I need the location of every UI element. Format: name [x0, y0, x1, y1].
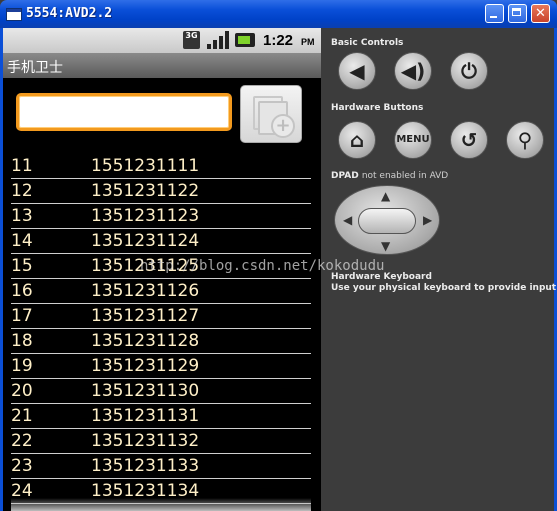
minimize-button[interactable] [485, 4, 504, 23]
phone-number-input[interactable] [16, 93, 232, 131]
list-item-id: 20 [11, 381, 33, 401]
list-item-id: 22 [11, 431, 33, 451]
back-icon: ↺ [460, 128, 478, 152]
dpad-right-icon[interactable]: ▶ [423, 213, 432, 227]
volume-up-button[interactable]: ◀) [394, 52, 432, 90]
list-item-phone: 1351231127 [91, 306, 200, 326]
list-item[interactable]: 18 1351231128 [11, 329, 311, 354]
list-item-phone: 1351231123 [91, 206, 200, 226]
list-item[interactable]: 22 1351231132 [11, 429, 311, 454]
signal-icon [207, 31, 229, 49]
list-item[interactable]: 20 1351231130 [11, 379, 311, 404]
list-item-phone: 1351231131 [91, 406, 200, 426]
search-button[interactable]: ⚲ [506, 121, 544, 159]
dpad[interactable]: ▲ ▼ ◀ ▶ [334, 185, 440, 255]
list-item[interactable]: 14 1351231124 [11, 229, 311, 254]
list-scroll-fade [11, 498, 311, 511]
list-item-id: 17 [11, 306, 33, 326]
list-item[interactable]: 19 1351231129 [11, 354, 311, 379]
keyboard-title: Hardware Keyboard [331, 272, 432, 282]
list-item-id: 11 [11, 156, 33, 176]
status-clock: 1:22 [263, 32, 294, 49]
list-item-phone: 1351231133 [91, 456, 200, 476]
dpad-down-icon[interactable]: ▼ [381, 239, 390, 253]
list-item-id: 14 [11, 231, 33, 251]
search-icon: ⚲ [517, 128, 533, 152]
list-item-id: 21 [11, 406, 33, 426]
window-app-icon [6, 8, 22, 21]
dpad-left-icon[interactable]: ◀ [343, 213, 352, 227]
list-item[interactable]: 11 1551231111 [11, 154, 311, 179]
status-bar: 3G 1:22 PM [3, 28, 321, 53]
hardware-buttons-label: Hardware Buttons [331, 103, 424, 113]
list-item-phone: 1351231124 [91, 231, 200, 251]
list-item-id: 18 [11, 331, 33, 351]
volume-up-icon: ◀) [400, 59, 426, 83]
hardware-keyboard-info: Hardware Keyboard Use your physical keyb… [331, 272, 556, 294]
maximize-icon [509, 5, 526, 22]
volume-down-icon: ◀ [349, 59, 365, 83]
dpad-note: not enabled in AVD [361, 171, 449, 181]
maximize-button[interactable] [508, 4, 527, 23]
list-item-id: 23 [11, 456, 33, 476]
blacklist-list[interactable]: 11 1551231111 12 1351231122 13 1351231123 14 13… [11, 154, 311, 504]
list-item-phone: 1551231111 [91, 156, 200, 176]
list-item[interactable]: 23 1351231133 [11, 454, 311, 479]
list-item[interactable]: 21 1351231131 [11, 404, 311, 429]
status-ampm: PM [301, 37, 315, 47]
minimize-icon [486, 5, 503, 22]
list-item-id: 19 [11, 356, 33, 376]
dpad-label: DPAD not enabled in AVD [331, 171, 448, 181]
list-item[interactable]: 13 1351231123 [11, 204, 311, 229]
keyboard-note: Use your physical keyboard to provide in… [331, 283, 557, 293]
power-icon: ⏻ [461, 59, 477, 83]
back-button[interactable]: ↺ [450, 121, 488, 159]
battery-icon [235, 33, 255, 47]
basic-controls-label: Basic Controls [331, 38, 404, 48]
home-icon: ⌂ [349, 128, 365, 152]
list-item-id: 15 [11, 256, 33, 276]
add-contact-button[interactable]: + [240, 85, 302, 143]
menu-button[interactable]: MENU [394, 121, 432, 159]
list-item[interactable]: 16 1351231126 [11, 279, 311, 304]
list-item-phone: 1351231129 [91, 356, 200, 376]
list-item-phone: 1351231128 [91, 331, 200, 351]
power-button[interactable]: ⏻ [450, 52, 488, 90]
window-titlebar[interactable]: 5554:AVD2.2 ✕ [0, 0, 557, 28]
list-item[interactable]: 12 1351231122 [11, 179, 311, 204]
list-item-phone: 1351231126 [91, 281, 200, 301]
dpad-center-button[interactable] [358, 208, 416, 234]
list-item-id: 12 [11, 181, 33, 201]
close-button[interactable]: ✕ [531, 4, 550, 23]
list-item-id: 16 [11, 281, 33, 301]
list-item-id: 13 [11, 206, 33, 226]
app-title: 手机卫士 [7, 60, 63, 76]
plus-icon: + [271, 114, 295, 138]
close-icon: ✕ [535, 6, 546, 21]
list-item-phone: 1351231130 [91, 381, 200, 401]
list-item-phone: 1351231122 [91, 181, 200, 201]
menu-label: MENU [396, 134, 430, 145]
dpad-title: DPAD [331, 171, 359, 181]
network-3g-icon: 3G [183, 31, 200, 49]
app-title-bar: 手机卫士 [3, 53, 321, 78]
list-item[interactable]: 17 1351231127 [11, 304, 311, 329]
volume-down-button[interactable]: ◀ [338, 52, 376, 90]
list-item-phone: 1351231132 [91, 431, 200, 451]
home-button[interactable]: ⌂ [338, 121, 376, 159]
dpad-up-icon[interactable]: ▲ [381, 189, 390, 203]
window-title: 5554:AVD2.2 [26, 6, 113, 21]
